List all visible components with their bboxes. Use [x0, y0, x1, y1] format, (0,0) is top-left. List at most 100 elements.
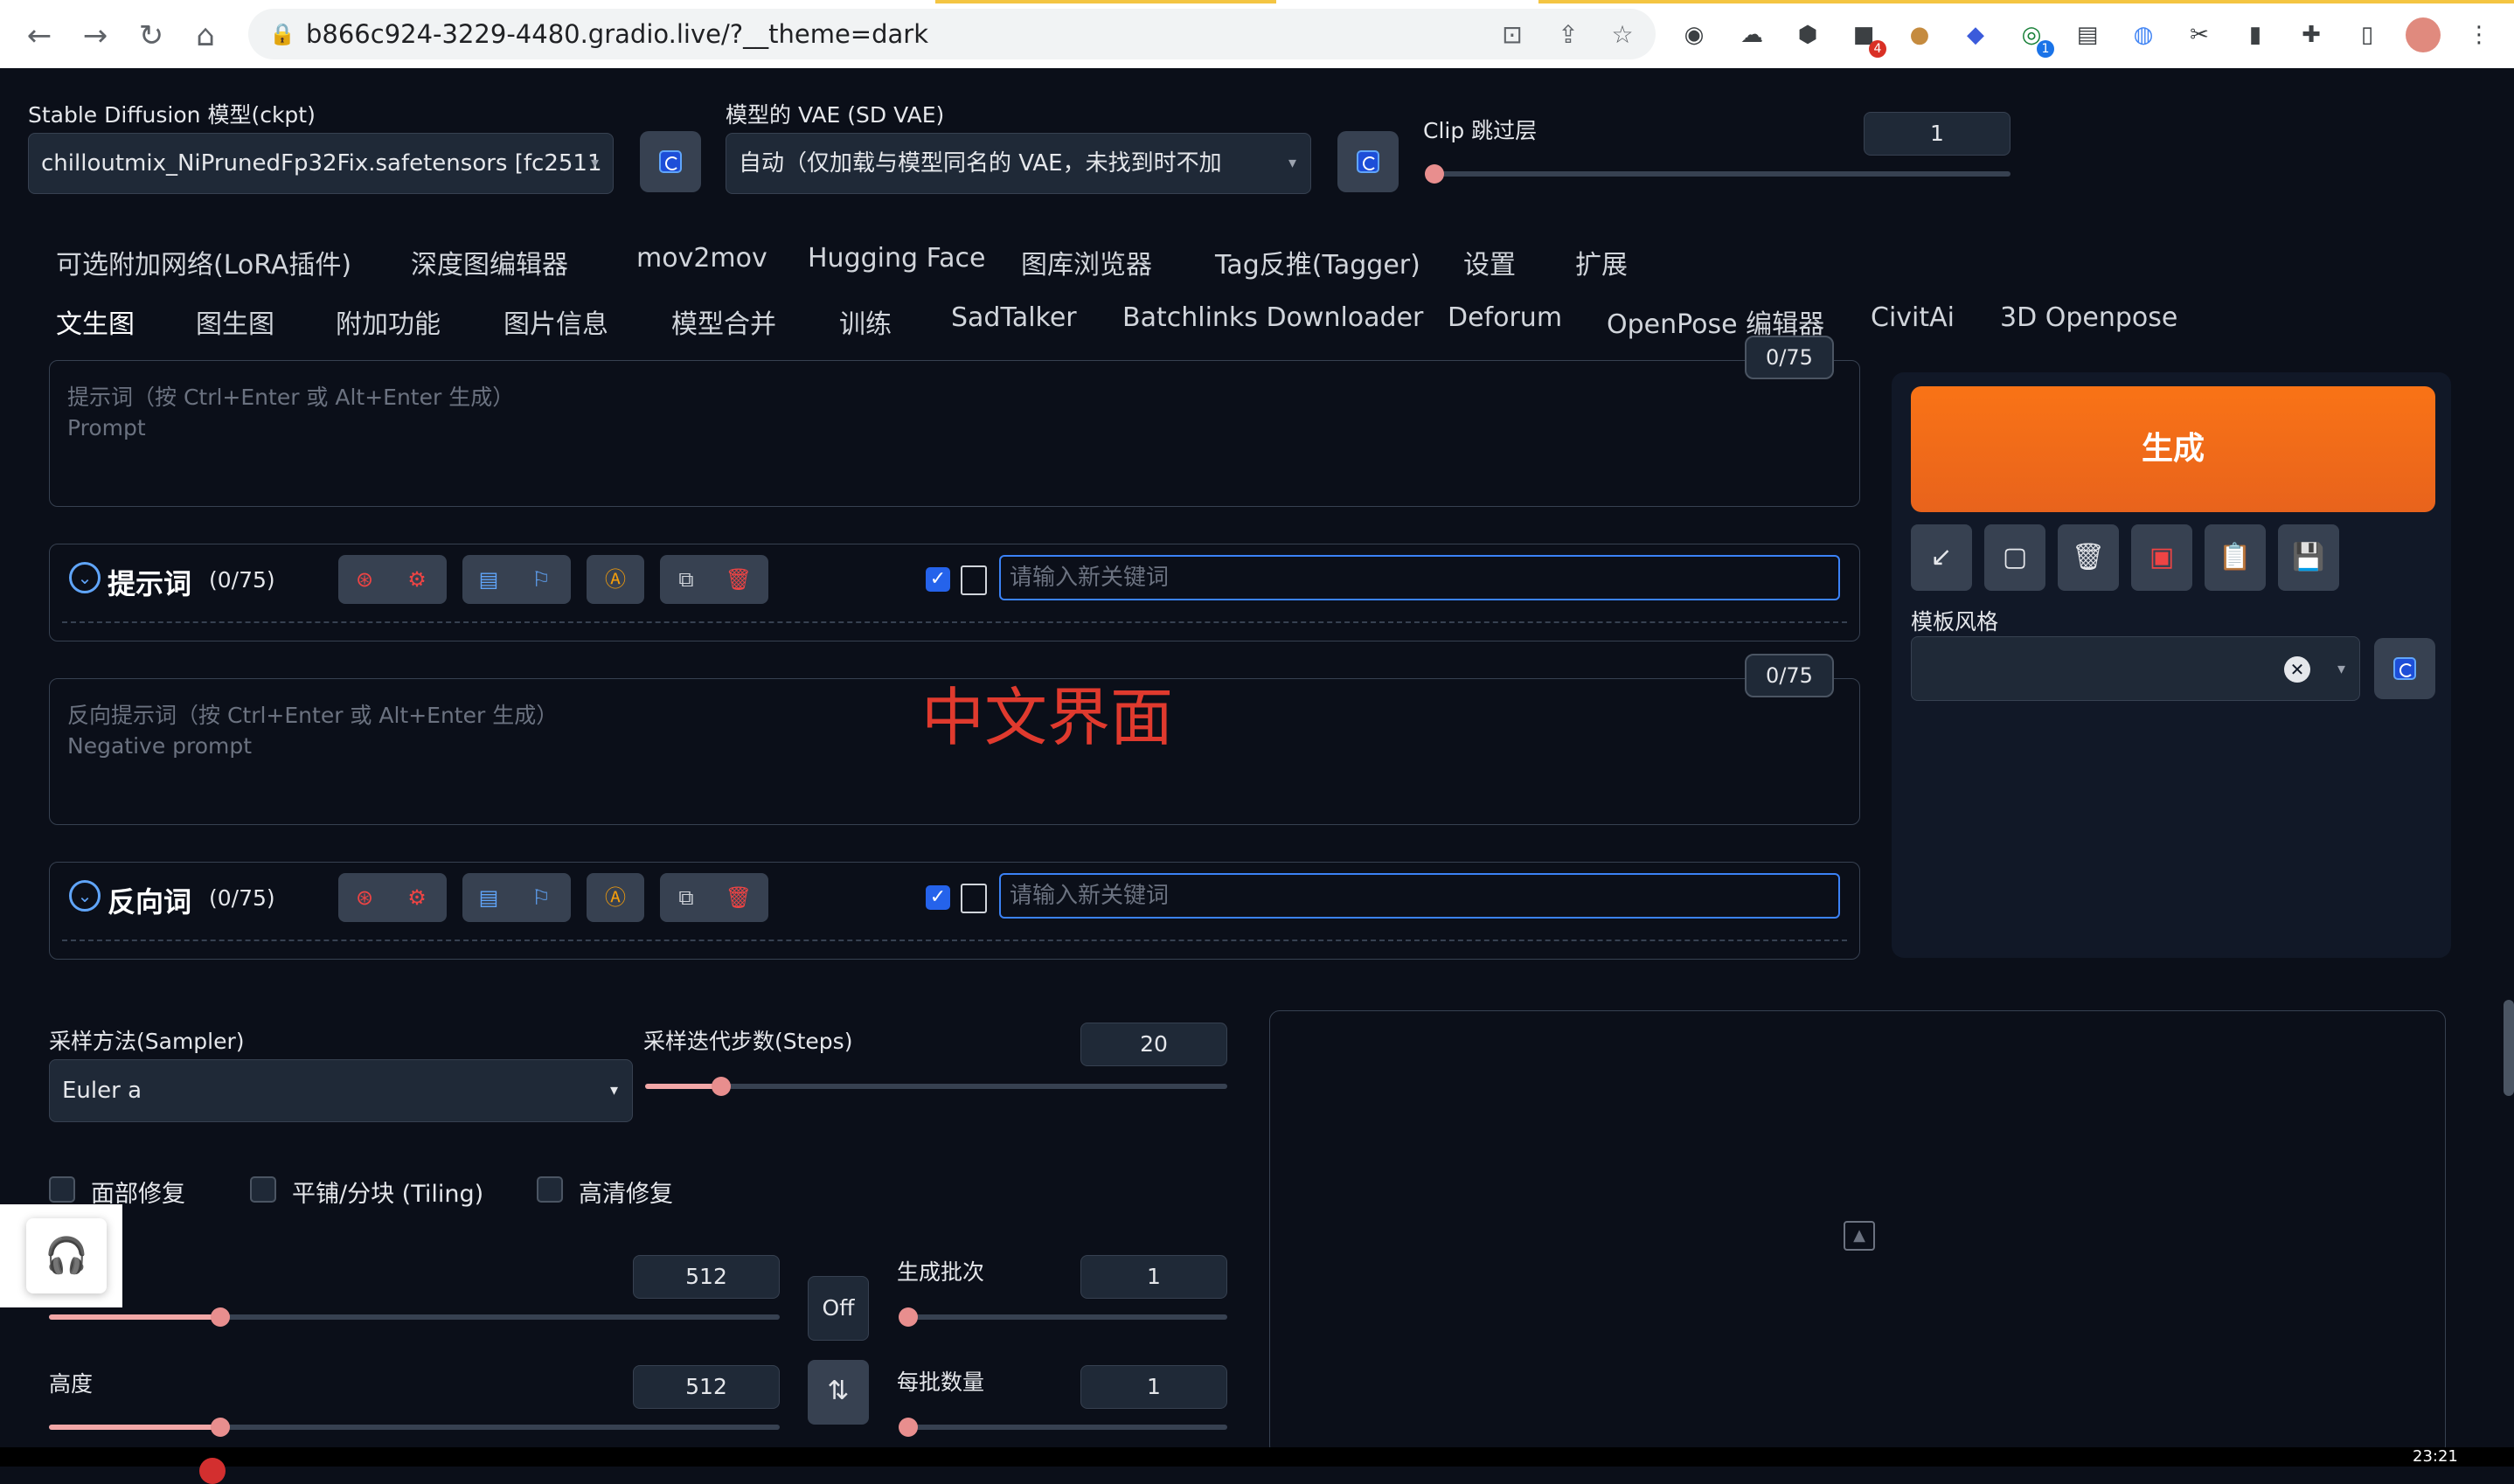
copy-icon[interactable]: ⧉	[672, 565, 700, 593]
batch-count-slider[interactable]	[899, 1307, 1227, 1327]
batch-size-input[interactable]: 1	[1080, 1365, 1227, 1409]
batch-size-slider[interactable]	[899, 1418, 1227, 1437]
collapse-chevron-icon[interactable]: ⌄	[69, 562, 101, 593]
main-tab-8[interactable]: Deforum	[1448, 302, 1562, 333]
clear-x-icon[interactable]: ✕	[2284, 656, 2310, 683]
vae-select[interactable]: 自动（仅加载与模型同名的 VAE，未找到时不加 ▾	[726, 133, 1311, 194]
trash-icon[interactable]: 🗑	[725, 565, 753, 593]
forward-arrow-icon[interactable]: →	[73, 14, 117, 58]
negative-keyword-input[interactable]: 请输入新关键词	[999, 873, 1840, 919]
ext-tab-2[interactable]: mov2mov	[636, 243, 767, 274]
collapse-chevron-icon[interactable]: ⌄	[69, 880, 101, 912]
extension-mask-icon[interactable]: ◉	[1677, 17, 1712, 52]
slider-thumb[interactable]	[1425, 164, 1444, 184]
prompt-keyword-input[interactable]: 请输入新关键词	[999, 555, 1840, 600]
card-icon[interactable]: ▣	[2131, 524, 2192, 591]
face-fix-checkbox[interactable]	[49, 1176, 75, 1203]
height-slider[interactable]	[49, 1418, 780, 1437]
settings-gear-icon[interactable]: ⚙	[403, 565, 431, 593]
square-icon[interactable]: ▢	[1984, 524, 2045, 591]
ext-tab-3[interactable]: Hugging Face	[808, 243, 985, 274]
main-tab-5[interactable]: 训练	[839, 302, 892, 341]
side-panel-icon[interactable]: ▯	[2350, 17, 2385, 52]
style-refresh-button[interactable]	[2374, 638, 2435, 699]
scrollbar-track[interactable]	[2504, 68, 2514, 1447]
main-tab-10[interactable]: CivitAi	[1871, 302, 1955, 333]
history-icon[interactable]: ▤	[475, 884, 503, 912]
main-tab-3[interactable]: 图片信息	[503, 302, 608, 341]
ab-translate-icon[interactable]: Ⓐ	[601, 565, 629, 593]
share-icon[interactable]: ⇪	[1551, 17, 1586, 52]
steps-input[interactable]: 20	[1080, 1023, 1227, 1066]
ab-translate-icon[interactable]: Ⓐ	[601, 884, 629, 912]
keyword-enable-checkbox[interactable]: ✓	[926, 885, 950, 910]
model-select[interactable]: chilloutmix_NiPrunedFp32Fix.safetensors …	[28, 133, 614, 194]
slider-thumb[interactable]	[899, 1307, 918, 1327]
main-tab-4[interactable]: 模型合并	[671, 302, 776, 341]
slider-thumb[interactable]	[211, 1418, 230, 1437]
clip-skip-input[interactable]: 1	[1864, 112, 2011, 156]
main-tab-1[interactable]: 图生图	[196, 302, 274, 341]
menu-kebab-icon[interactable]: ⋮	[2462, 17, 2497, 52]
text-cursor-icon[interactable]	[961, 565, 987, 595]
extension-globe-icon[interactable]: ◎ 1	[2014, 17, 2054, 58]
sampler-select[interactable]: Euler a ▾	[49, 1059, 633, 1122]
off-toggle-button[interactable]: Off	[808, 1276, 869, 1341]
hires-checkbox[interactable]	[537, 1176, 563, 1203]
vae-refresh-button[interactable]	[1337, 131, 1399, 192]
width-input[interactable]: 512	[633, 1255, 780, 1299]
extension-capture-icon[interactable]: ✂	[2182, 17, 2217, 52]
text-cursor-icon[interactable]	[961, 884, 987, 913]
tiling-checkbox[interactable]	[250, 1176, 276, 1203]
ext-tab-7[interactable]: 扩展	[1575, 243, 1628, 281]
trash-icon[interactable]: 🗑	[725, 884, 753, 912]
trash-icon[interactable]: 🗑	[2058, 524, 2119, 591]
home-icon[interactable]: ⌂	[184, 14, 227, 58]
puzzle-icon[interactable]: ✚	[2294, 17, 2329, 52]
bookmark-icon[interactable]: ⚐	[527, 884, 555, 912]
reload-icon[interactable]: ↻	[129, 14, 173, 58]
floating-assistant-widget[interactable]: 🎧	[0, 1204, 122, 1307]
swap-dimensions-button[interactable]: ⇅	[808, 1360, 869, 1425]
clip-skip-slider[interactable]	[1425, 164, 2011, 184]
bookmark-star-icon[interactable]: ☆	[1605, 17, 1640, 52]
settings-gear-icon[interactable]: ⚙	[403, 884, 431, 912]
extension-color-icon[interactable]: ◆	[1958, 17, 1993, 52]
address-bar[interactable]: 🔒 b866c924-3229-4480.gradio.live/?__them…	[248, 9, 1656, 59]
main-tab-6[interactable]: SadTalker	[951, 302, 1077, 333]
extension-cookie-icon[interactable]: ●	[1902, 17, 1937, 52]
style-select[interactable]: ✕ ▾	[1911, 636, 2360, 701]
generate-button[interactable]: 生成	[1911, 386, 2435, 512]
translate-prompt-icon[interactable]: ⊛	[351, 565, 378, 593]
ext-tab-1[interactable]: 深度图编辑器	[411, 243, 568, 281]
translate-icon[interactable]: ⊡	[1495, 17, 1530, 52]
headset-icon[interactable]: 🎧	[26, 1218, 107, 1293]
height-input[interactable]: 512	[633, 1365, 780, 1409]
keyword-enable-checkbox[interactable]: ✓	[926, 567, 950, 592]
scrollbar-thumb[interactable]	[2504, 1000, 2514, 1096]
translate-prompt-icon[interactable]: ⊛	[351, 884, 378, 912]
history-icon[interactable]: ▤	[475, 565, 503, 593]
bookmark-icon[interactable]: ⚐	[527, 565, 555, 593]
avatar[interactable]	[2406, 17, 2441, 52]
extension-cloud-icon[interactable]: ☁	[1734, 17, 1769, 52]
extension-hex-icon[interactable]: ⬢	[1790, 17, 1825, 52]
ext-tab-6[interactable]: 设置	[1463, 243, 1516, 281]
extension-game-icon[interactable]: ■ 4	[1846, 17, 1886, 58]
steps-slider[interactable]	[645, 1077, 1227, 1096]
ext-tab-4[interactable]: 图库浏览器	[1021, 243, 1152, 281]
ext-tab-0[interactable]: 可选附加网络(LoRA插件)	[56, 243, 351, 281]
save-icon[interactable]: 💾	[2278, 524, 2339, 591]
copy-icon[interactable]: ⧉	[672, 884, 700, 912]
prompt-textarea[interactable]: 提示词（按 Ctrl+Enter 或 Alt+Enter 生成） Prompt	[49, 360, 1860, 507]
extension-doc-icon[interactable]: ▮	[2238, 17, 2273, 52]
main-tab-11[interactable]: 3D Openpose	[2000, 302, 2177, 333]
slider-thumb[interactable]	[712, 1077, 731, 1096]
ext-tab-5[interactable]: Tag反推(Tagger)	[1215, 243, 1420, 281]
main-tab-7[interactable]: Batchlinks Downloader	[1122, 302, 1423, 333]
main-tab-0[interactable]: 文生图	[56, 302, 135, 341]
back-arrow-icon[interactable]: ←	[17, 14, 61, 58]
taskbar-app-icon[interactable]	[199, 1458, 226, 1484]
read-params-arrow-icon[interactable]: ↙	[1911, 524, 1972, 591]
extension-keyboard-icon[interactable]: ▤	[2070, 17, 2105, 52]
